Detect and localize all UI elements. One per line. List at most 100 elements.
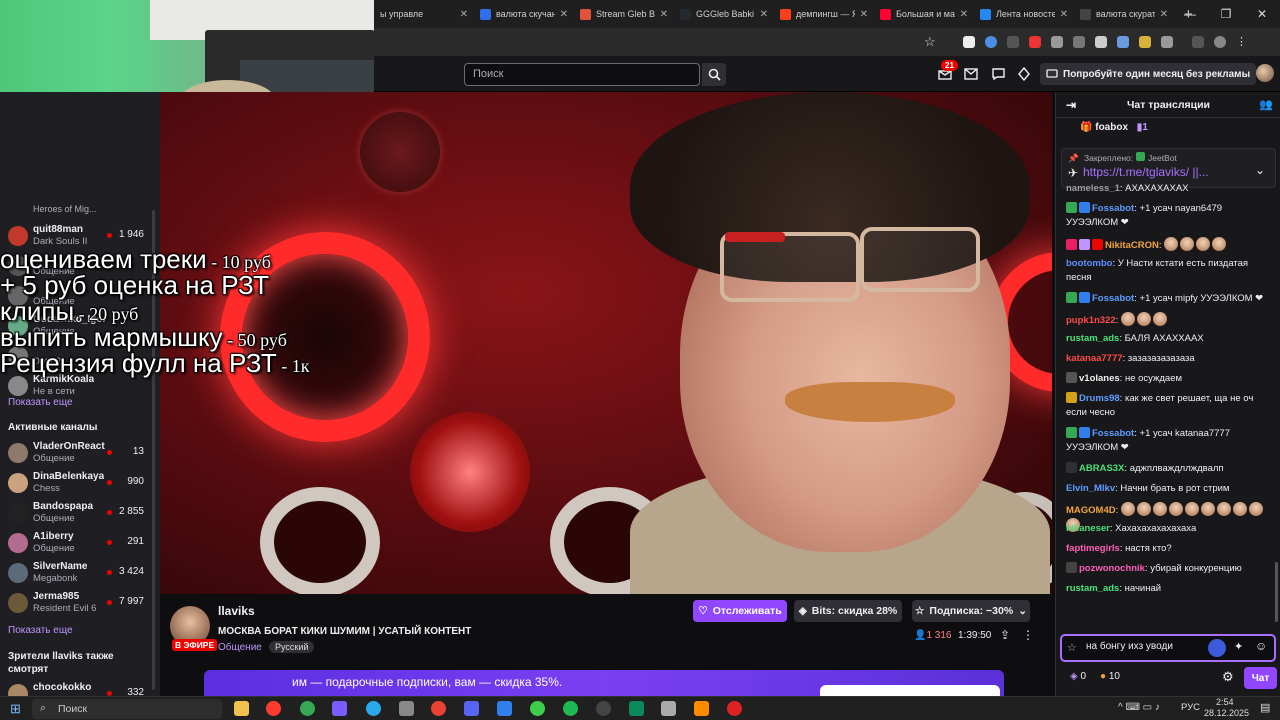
sidebar-channel[interactable]: Jerma985 Resident Evil 6 7 997	[0, 589, 160, 617]
chevron-down-icon[interactable]: ⌄	[1255, 163, 1265, 177]
language-indicator[interactable]: РУС	[1181, 702, 1200, 713]
restore-icon[interactable]: ❐	[1208, 7, 1244, 21]
tab-close-icon[interactable]: ✕	[660, 9, 668, 20]
users-icon[interactable]: 👥	[1259, 98, 1273, 111]
sidebar-channel[interactable]: Bandospapa Общение 2 855	[0, 499, 160, 527]
chat-message[interactable]: Drums98: как же свет решает, ща не оч ес…	[1066, 392, 1276, 420]
chrome-icon[interactable]	[300, 701, 315, 716]
extension-icon[interactable]	[1095, 36, 1107, 48]
tab-close-icon[interactable]: ✕	[460, 9, 468, 20]
chat-username[interactable]: NikitaCRON	[1105, 240, 1159, 251]
bits-button[interactable]: ◈ Bits: скидка 28%	[794, 600, 902, 622]
chat-username[interactable]: rustam_ads	[1066, 583, 1119, 594]
crown-icon[interactable]	[1016, 66, 1032, 82]
follow-button[interactable]: ♡ Отслеживать	[693, 600, 787, 622]
chat-message[interactable]: Fossabot: +1 усач mipfy УУЭЭЛКОМ ❤	[1066, 292, 1276, 306]
chat-username[interactable]: Elvin_Mlkv	[1066, 483, 1115, 494]
chat-message[interactable]: rustam_ads: начинай	[1066, 582, 1276, 596]
chat-message[interactable]: Fossabot: +1 усач nayan6479 УУЭЭЛКОМ ❤	[1066, 202, 1276, 230]
taskbar-search[interactable]: ⌕ Поиск	[32, 699, 222, 719]
app-icon[interactable]	[399, 701, 414, 716]
extension-icon[interactable]	[1117, 36, 1129, 48]
chat-username[interactable]: pozwonochnik	[1079, 563, 1145, 574]
chat-message[interactable]: killaneser: Хахахахахахахаха	[1066, 522, 1276, 536]
vscode-icon[interactable]	[497, 701, 512, 716]
chat-message[interactable]: pozwonochnik: убирай конкуренцию	[1066, 562, 1276, 576]
clock-date[interactable]: 28.12.2025	[1204, 708, 1249, 718]
tab-close-icon[interactable]: ✕	[860, 9, 868, 20]
puzzle-icon[interactable]	[1161, 36, 1173, 48]
spotify-icon[interactable]	[563, 701, 578, 716]
chat-username[interactable]: bootombo	[1066, 258, 1112, 269]
chat-message[interactable]: ABRAS3X: аджплваждллждвалп	[1066, 462, 1276, 476]
chat-username[interactable]: MAGOM4D	[1066, 505, 1116, 516]
more-icon[interactable]: ⋮	[1236, 36, 1248, 48]
chat-send-button[interactable]: Чат	[1244, 667, 1277, 689]
search-button[interactable]	[702, 63, 726, 86]
app-icon[interactable]	[727, 701, 742, 716]
system-tray-icons[interactable]: ^ ⌨ ▭ ♪	[1118, 702, 1160, 713]
browser-tab[interactable]: Большая и ма ✕	[874, 0, 974, 28]
chat-username[interactable]: v1olanes	[1079, 373, 1120, 384]
extension-icon[interactable]	[1029, 36, 1041, 48]
chat-message[interactable]: bootombo: У Насти кстати есть пиздатая п…	[1066, 257, 1276, 285]
chat-message[interactable]: NikitaCRON:	[1066, 237, 1276, 253]
bookmark-star-icon[interactable]: ☆	[924, 34, 936, 50]
sparkle-icon[interactable]: ✦	[1234, 640, 1243, 653]
profile-icon[interactable]	[1214, 36, 1226, 48]
sidebar-channel[interactable]: VladerOnReact Общение 13	[0, 439, 160, 467]
gift-sub-banner[interactable]: им — подарочные подписки, вам — скидка 3…	[204, 670, 1004, 696]
chat-message[interactable]: v1olanes: не осуждаем	[1066, 372, 1276, 386]
chat-message[interactable]: Elvin_Mlkv: Начни брать в рот стрим	[1066, 482, 1276, 496]
extension-icon[interactable]	[1051, 36, 1063, 48]
chat-message[interactable]: rustam_ads: БАЛЯ АХАХХААХ	[1066, 332, 1276, 346]
video-player[interactable]	[160, 92, 1052, 594]
browser-tab[interactable]: ы управле ✕	[374, 0, 474, 28]
menu-icon[interactable]	[1192, 36, 1204, 48]
extension-icon[interactable]	[985, 36, 997, 48]
show-more-followed[interactable]: Показать еще	[8, 397, 73, 408]
whispers-icon[interactable]	[990, 66, 1006, 82]
app-icon[interactable]	[332, 701, 347, 716]
sidebar-channel[interactable]: DinaBelenkaya Chess 990	[0, 469, 160, 497]
sidebar-channel[interactable]: SilverName Megabonk 3 424	[0, 559, 160, 587]
collapse-chat-icon[interactable]: ⇥	[1066, 98, 1076, 112]
close-icon[interactable]: ✕	[1244, 7, 1280, 21]
extension-icon[interactable]	[963, 36, 975, 48]
chat-username[interactable]: rustam_ads	[1066, 333, 1119, 344]
yandex-browser-icon[interactable]	[266, 701, 281, 716]
ad-free-promo-button[interactable]: Попробуйте один месяц без рекламы	[1040, 63, 1257, 85]
sidebar-channel[interactable]: A1iberry Общение 291	[0, 529, 160, 557]
emote-star-icon[interactable]: ☆	[1067, 641, 1077, 654]
settings-gear-icon[interactable]: ⚙	[1222, 669, 1234, 685]
bits-display[interactable]: ● 10	[1100, 671, 1120, 682]
browser-tab[interactable]: Лента новосте ✕	[974, 0, 1074, 28]
file-explorer-icon[interactable]	[234, 701, 249, 716]
extension-icon[interactable]	[1073, 36, 1085, 48]
vlc-icon[interactable]	[694, 701, 709, 716]
obs-icon[interactable]	[596, 701, 611, 716]
user-avatar[interactable]	[1256, 64, 1274, 82]
app-icon[interactable]	[629, 701, 644, 716]
chat-username[interactable]: killaneser	[1066, 523, 1110, 534]
chat-message[interactable]: nameless_1: АХАХАХАХАХ	[1066, 182, 1276, 196]
pinned-link[interactable]: https://t.me/tglaviks/ ||...	[1083, 165, 1233, 179]
chat-input[interactable]: ☆ на бонгу ихз уводи ✦ ☺	[1060, 634, 1276, 662]
tab-close-icon[interactable]: ✕	[560, 9, 568, 20]
chat-username[interactable]: ABRAS3X	[1079, 463, 1124, 474]
chat-message[interactable]: faptimegirls: настя кто?	[1066, 542, 1276, 556]
extension-icon[interactable]	[1139, 36, 1151, 48]
tab-close-icon[interactable]: ✕	[960, 9, 968, 20]
chat-username[interactable]: Drums98	[1079, 393, 1120, 404]
tab-close-icon[interactable]: ✕	[1060, 9, 1068, 20]
notification-center-icon[interactable]: ▤	[1260, 701, 1270, 714]
channel-name[interactable]: llaviks	[218, 604, 255, 618]
language-tag[interactable]: Русский	[269, 641, 315, 653]
points-display[interactable]: ◈ 0	[1070, 671, 1086, 682]
extension-icon[interactable]	[1208, 639, 1226, 657]
browser-tab[interactable]: демпингш — Я ✕	[774, 0, 874, 28]
clock-time[interactable]: 2:54	[1216, 697, 1234, 707]
chat-username[interactable]: Fossabot	[1092, 293, 1134, 304]
browser-tab[interactable]: валюта скурат ✕	[1074, 0, 1174, 28]
telegram-icon[interactable]	[366, 701, 381, 716]
